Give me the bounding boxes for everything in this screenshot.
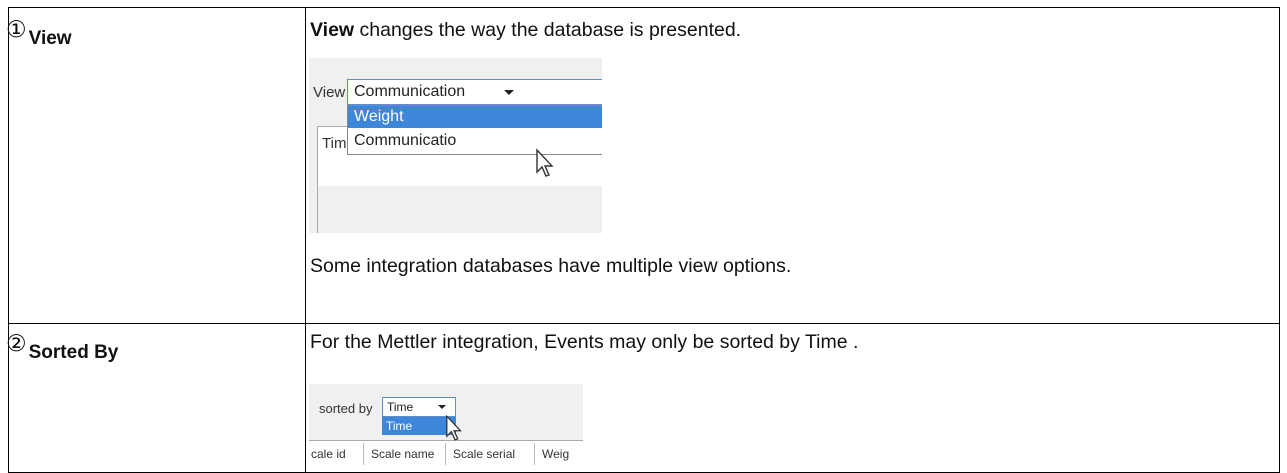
view-dropdown-screenshot: Time View Communication Weight Communica… xyxy=(309,58,602,233)
label-text: Sorted By xyxy=(28,342,119,363)
option-communication[interactable]: Communicatio xyxy=(348,130,602,152)
grid-body xyxy=(317,186,602,233)
sort-select-value: Time xyxy=(387,400,414,414)
grid-column-headers: cale id Scale name Scale serial Weig xyxy=(309,440,583,466)
mouse-pointer-icon xyxy=(446,414,462,441)
sorted-by-label: sorted by xyxy=(319,401,373,416)
column-separator xyxy=(534,443,535,465)
row-label-view: ① View xyxy=(6,17,72,49)
view-note: Some integration databases have multiple… xyxy=(310,255,792,277)
view-bold-term: View xyxy=(310,19,355,41)
column-header[interactable]: Weig xyxy=(542,447,569,461)
view-label: View xyxy=(313,84,346,101)
option-weight[interactable]: Weight xyxy=(348,106,602,128)
view-description-rest: changes the way the database is presente… xyxy=(354,19,742,41)
sort-dropdown-screenshot: sorted by Time Time cale id Scale name S… xyxy=(309,384,583,466)
options-table xyxy=(8,7,1280,473)
view-select[interactable]: Communication xyxy=(347,79,602,105)
view-options-list: Weight Communicatio xyxy=(347,105,602,155)
mouse-pointer-icon xyxy=(536,148,554,177)
chevron-down-icon[interactable] xyxy=(438,405,446,409)
row-divider xyxy=(9,323,1279,324)
row-label-sorted-by: ② Sorted By xyxy=(6,331,118,363)
column-header[interactable]: Scale name xyxy=(371,447,434,461)
column-header[interactable]: cale id xyxy=(311,447,346,461)
sorted-by-description: For the Mettler integration, Events may … xyxy=(310,331,859,353)
circled-number-two: ② xyxy=(6,331,27,357)
column-divider xyxy=(305,8,306,472)
chevron-down-icon[interactable] xyxy=(504,90,514,95)
view-description: View changes the way the database is pre… xyxy=(310,18,741,42)
column-separator xyxy=(445,443,446,465)
column-separator xyxy=(363,443,364,465)
circled-number-one: ① xyxy=(6,17,27,43)
column-header[interactable]: Scale serial xyxy=(453,447,515,461)
view-select-value: Communication xyxy=(354,83,466,100)
label-text: View xyxy=(28,28,72,49)
